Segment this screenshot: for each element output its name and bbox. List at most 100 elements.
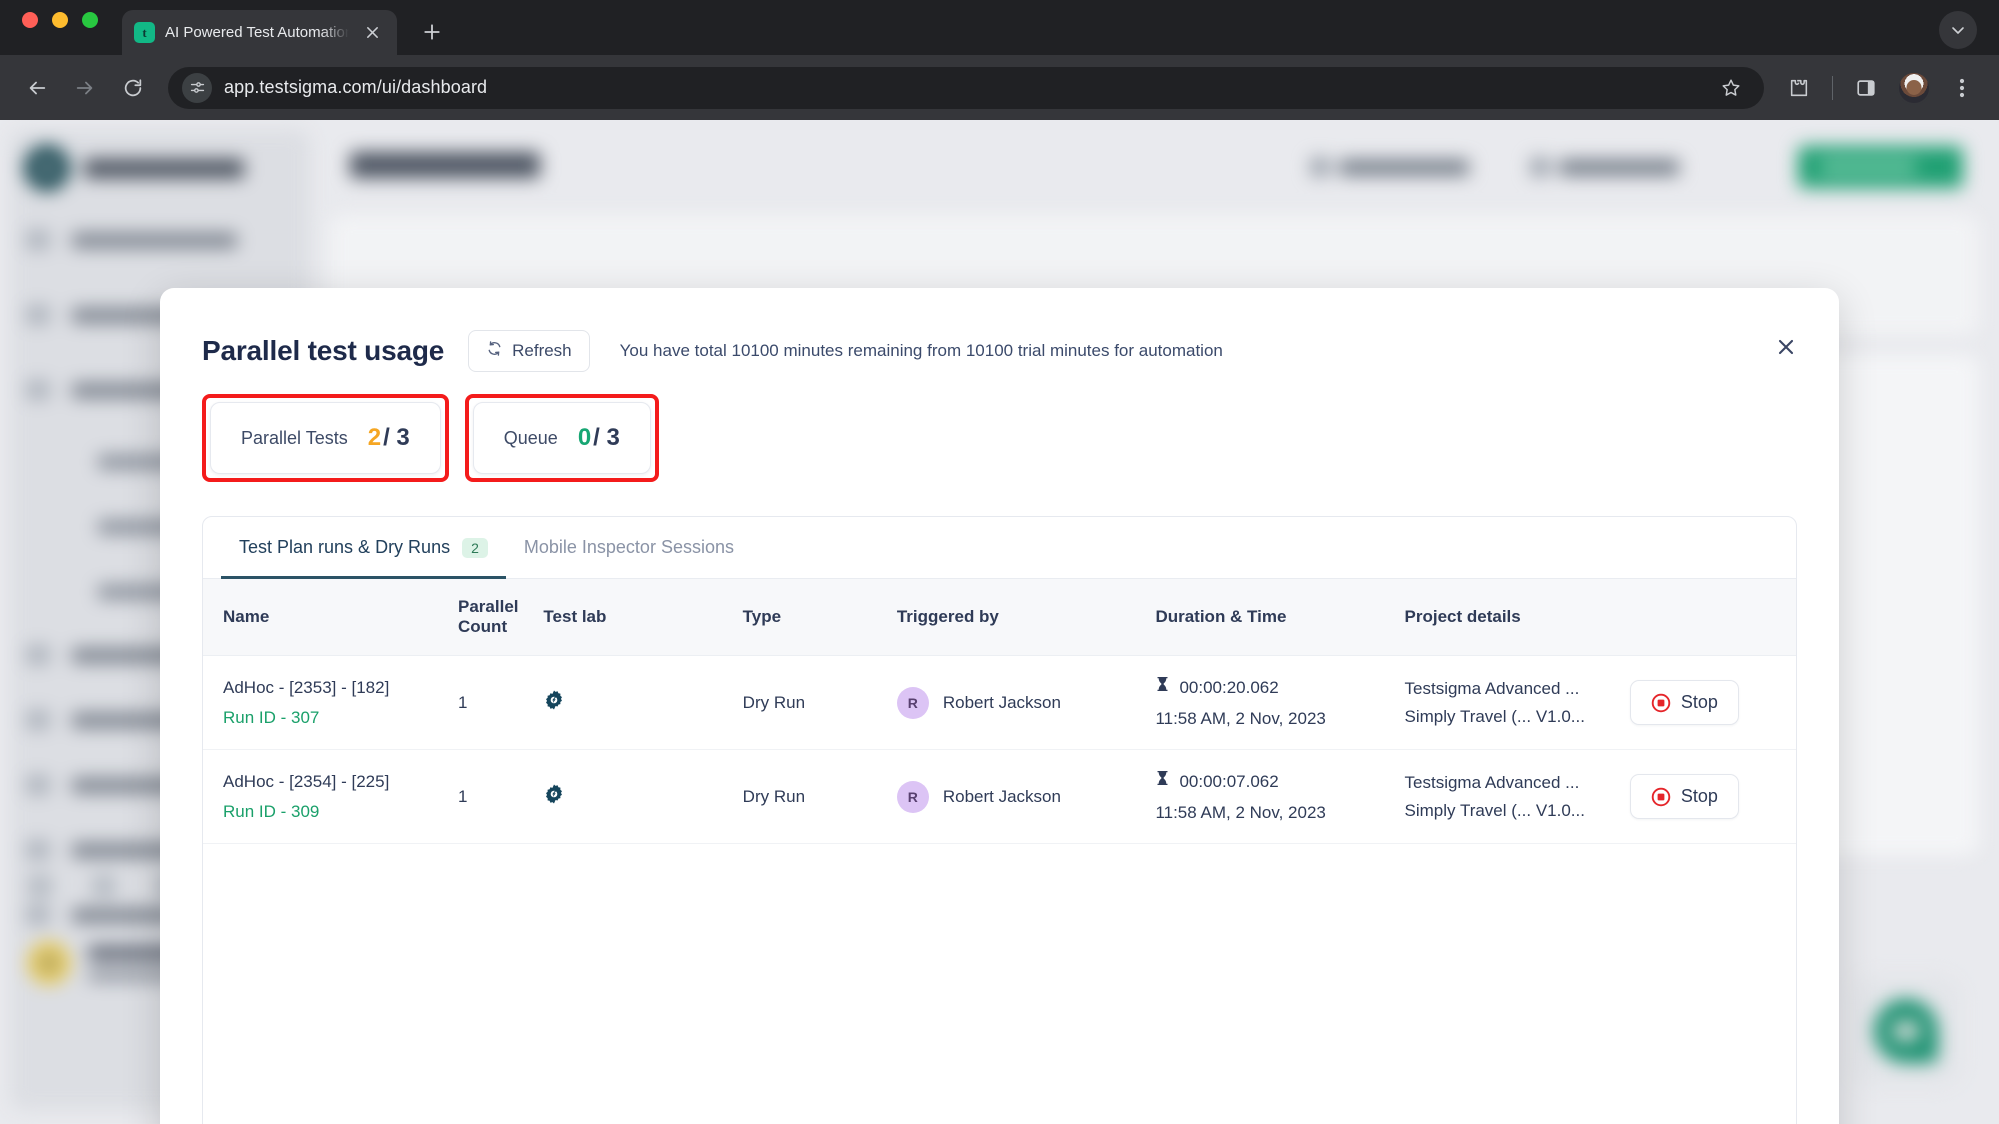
cell-project-details: Testsigma Advanced ... Simply Travel (..… bbox=[1404, 655, 1630, 750]
testsigma-favicon-icon: t bbox=[134, 22, 155, 43]
column-header-actions bbox=[1629, 579, 1796, 656]
stop-button-label: Stop bbox=[1680, 786, 1718, 806]
extensions-puzzle-piece-icon[interactable] bbox=[1778, 67, 1820, 109]
project-version: Simply Travel (... V1.0... bbox=[1404, 706, 1585, 726]
cell-test-lab bbox=[543, 655, 743, 750]
browser-tab[interactable]: t AI Powered Test Automation bbox=[122, 10, 397, 55]
cell-triggered-by: R Robert Jackson bbox=[896, 749, 1156, 844]
usage-note-text: You have total 10100 minutes remaining f… bbox=[619, 341, 1223, 360]
browser-toolbar: app.testsigma.com/ui/dashboard bbox=[0, 55, 1999, 120]
stat-used-value: 0 bbox=[577, 424, 592, 451]
run-id-link[interactable]: Run ID - 309 bbox=[223, 802, 458, 822]
usage-stats-row: Parallel Tests 2/ 3 Queue 0/ 3 bbox=[160, 372, 1839, 482]
tab-test-plan-runs[interactable]: Test Plan runs & Dry Runs 2 bbox=[221, 517, 506, 579]
site-settings-icon[interactable] bbox=[182, 72, 212, 103]
triggered-by-name: Robert Jackson bbox=[942, 692, 1061, 712]
window-traffic-lights bbox=[22, 0, 98, 55]
column-header-type: Type bbox=[742, 579, 897, 656]
stop-button[interactable]: Stop bbox=[1629, 680, 1739, 725]
parallel-test-usage-modal: Parallel test usage Refresh You have tot… bbox=[160, 288, 1839, 1124]
duration-value: 00:00:07.062 bbox=[1179, 771, 1279, 791]
project-version: Simply Travel (... V1.0... bbox=[1404, 800, 1585, 820]
cell-actions: Stop bbox=[1629, 655, 1796, 750]
url-text: app.testsigma.com/ui/dashboard bbox=[224, 77, 488, 97]
stop-button-label: Stop bbox=[1680, 692, 1718, 712]
cell-duration-time: 00:00:20.062 11:58 AM, 2 Nov, 2023 bbox=[1155, 655, 1405, 750]
background-page-title bbox=[350, 152, 540, 178]
hourglass-icon bbox=[1155, 676, 1170, 699]
project-name: Testsigma Advanced ... bbox=[1404, 772, 1580, 792]
cell-triggered-by: R Robert Jackson bbox=[896, 655, 1156, 750]
run-id-link[interactable]: Run ID - 307 bbox=[223, 708, 458, 728]
queue-highlight-box: Queue 0/ 3 bbox=[464, 394, 659, 482]
panel-tabs: Test Plan runs & Dry Runs 2 Mobile Inspe… bbox=[203, 517, 1796, 579]
parallel-tests-highlight-box: Parallel Tests 2/ 3 bbox=[202, 394, 449, 482]
stat-card-queue: Queue 0/ 3 bbox=[472, 402, 651, 474]
browser-tab-title: AI Powered Test Automation bbox=[165, 24, 349, 41]
close-tab-icon[interactable] bbox=[359, 20, 385, 46]
three-dot-menu-icon[interactable] bbox=[1941, 67, 1983, 109]
forward-arrow-icon[interactable] bbox=[64, 67, 106, 109]
tab-badge-count: 2 bbox=[462, 537, 488, 558]
stop-button[interactable]: Stop bbox=[1629, 774, 1739, 819]
reload-icon[interactable] bbox=[112, 67, 154, 109]
runs-panel: Test Plan runs & Dry Runs 2 Mobile Inspe… bbox=[202, 516, 1797, 1124]
refresh-button[interactable]: Refresh bbox=[468, 330, 590, 372]
cell-name: AdHoc - [2354] - [225] Run ID - 309 bbox=[203, 749, 459, 844]
cell-name: AdHoc - [2353] - [182] Run ID - 307 bbox=[203, 655, 459, 750]
column-header-parallel-count: Parallel Count bbox=[458, 579, 544, 656]
avatar[interactable] bbox=[1897, 70, 1931, 105]
tab-label: Test Plan runs & Dry Runs bbox=[239, 537, 451, 557]
stop-icon bbox=[1651, 693, 1671, 713]
cell-project-details: Testsigma Advanced ... Simply Travel (..… bbox=[1404, 749, 1630, 844]
column-header-test-lab: Test lab bbox=[543, 579, 743, 656]
timestamp: 11:58 AM, 2 Nov, 2023 bbox=[1155, 803, 1326, 822]
bookmark-star-icon[interactable] bbox=[1708, 77, 1754, 99]
table-head: Name Parallel Count Test lab Type Trigge… bbox=[203, 579, 1796, 656]
new-tab-button[interactable] bbox=[413, 13, 451, 51]
tab-mobile-inspector-sessions[interactable]: Mobile Inspector Sessions bbox=[506, 517, 752, 578]
background-utility-icons bbox=[28, 875, 180, 897]
maximize-window-button[interactable] bbox=[82, 11, 98, 28]
chat-bubble-icon bbox=[1874, 999, 1938, 1063]
triggered-by-name: Robert Jackson bbox=[942, 786, 1061, 806]
refresh-button-label: Refresh bbox=[512, 341, 572, 360]
timestamp: 11:58 AM, 2 Nov, 2023 bbox=[1155, 709, 1326, 728]
column-header-triggered-by: Triggered by bbox=[896, 579, 1156, 656]
background-nav-item bbox=[26, 905, 177, 925]
close-icon[interactable] bbox=[1769, 330, 1803, 364]
modal-header: Parallel test usage Refresh You have tot… bbox=[160, 288, 1839, 372]
close-window-button[interactable] bbox=[22, 11, 38, 28]
minimize-window-button[interactable] bbox=[52, 11, 68, 28]
column-header-project-details: Project details bbox=[1404, 579, 1630, 656]
background-nav-item bbox=[26, 230, 237, 250]
tab-search-chevron-down-icon[interactable] bbox=[1939, 11, 1977, 49]
table-header-row: Name Parallel Count Test lab Type Trigge… bbox=[203, 579, 1796, 656]
gear-icon bbox=[543, 690, 565, 715]
cell-type: Dry Run bbox=[742, 749, 897, 844]
profile-avatar-icon[interactable] bbox=[1893, 67, 1935, 109]
address-bar[interactable]: app.testsigma.com/ui/dashboard bbox=[168, 66, 1764, 109]
cell-test-lab bbox=[543, 749, 743, 844]
chat-widget-button[interactable] bbox=[1851, 976, 1961, 1086]
run-name: AdHoc - [2353] - [182] bbox=[223, 677, 390, 697]
table-row[interactable]: AdHoc - [2353] - [182] Run ID - 307 1 Dr… bbox=[203, 655, 1796, 750]
stop-icon bbox=[1651, 787, 1671, 807]
column-header-duration-time: Duration & Time bbox=[1155, 579, 1405, 656]
background-action-schedule bbox=[1311, 158, 1469, 176]
stat-value: 0/ 3 bbox=[578, 424, 620, 452]
table-body: AdHoc - [2353] - [182] Run ID - 307 1 Dr… bbox=[203, 655, 1796, 844]
background-action-feedback bbox=[1531, 158, 1679, 176]
duration-value: 00:00:20.062 bbox=[1179, 677, 1279, 697]
hourglass-icon bbox=[1155, 770, 1170, 793]
avatar: R bbox=[896, 686, 929, 719]
cell-parallel-count: 1 bbox=[458, 655, 544, 750]
side-panel-icon[interactable] bbox=[1845, 67, 1887, 109]
browser-tab-strip: t AI Powered Test Automation bbox=[0, 0, 1999, 55]
stat-total-value: / 3 bbox=[593, 424, 620, 451]
back-arrow-icon[interactable] bbox=[16, 67, 58, 109]
stat-label: Parallel Tests bbox=[241, 427, 348, 448]
gear-icon bbox=[543, 784, 565, 809]
cell-actions: Stop bbox=[1629, 749, 1796, 844]
table-row[interactable]: AdHoc - [2354] - [225] Run ID - 309 1 Dr… bbox=[203, 749, 1796, 844]
